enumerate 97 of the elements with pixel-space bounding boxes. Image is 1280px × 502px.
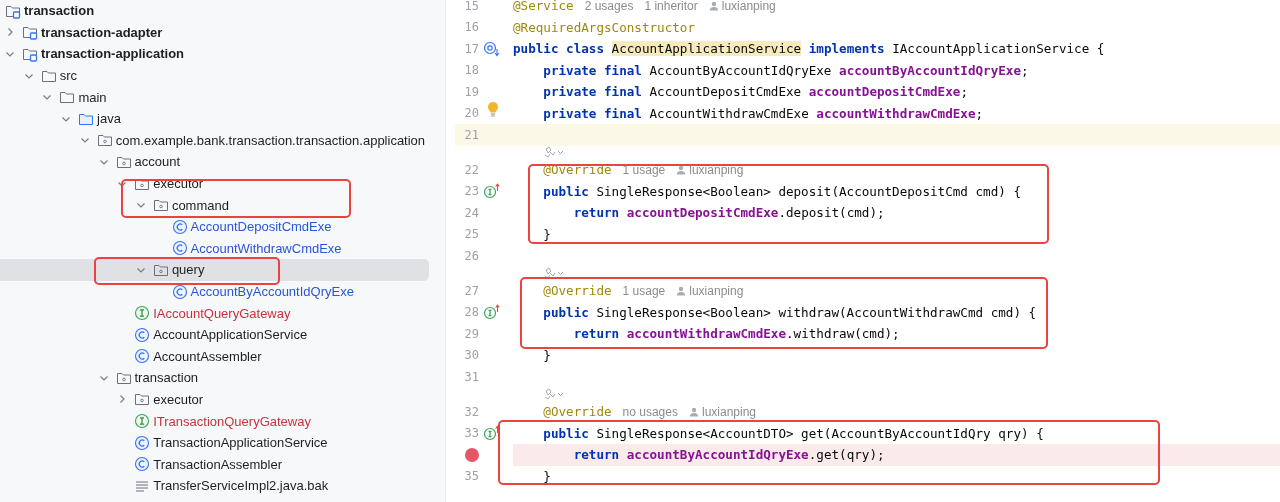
tree-item[interactable]: AccountByAccountIdQryExe bbox=[0, 280, 429, 303]
code-text: @RequiredArgsConstructor bbox=[513, 19, 695, 35]
tree-item[interactable]: ITransactionQueryGateway bbox=[0, 410, 429, 432]
class-icon bbox=[134, 456, 151, 473]
code-text: public SingleResponse<Boolean> withdraw(AccountWithdrawCmd cmd) { bbox=[542, 304, 1037, 320]
class-icon bbox=[171, 240, 188, 257]
usage-hint[interactable]: 1 usage bbox=[622, 283, 666, 298]
folder-icon bbox=[59, 89, 76, 106]
tree-item[interactable]: executor bbox=[0, 388, 429, 411]
code-text: } bbox=[542, 226, 551, 242]
line-number: 18 bbox=[463, 63, 479, 78]
tree-item[interactable]: transaction bbox=[0, 367, 429, 389]
tree-item[interactable]: transaction bbox=[0, 0, 429, 22]
chevron-right-icon[interactable] bbox=[5, 27, 15, 38]
tree-item[interactable]: AccountDepositCmdExe bbox=[0, 215, 429, 238]
class-icon bbox=[134, 434, 151, 451]
tree-item[interactable]: command bbox=[0, 194, 429, 216]
line-number: 16 bbox=[463, 20, 479, 35]
line-number: 25 bbox=[463, 227, 479, 242]
person-icon bbox=[676, 164, 687, 175]
tree-item[interactable]: TransactionAssembler bbox=[0, 453, 429, 476]
author-hint[interactable]: luxianping bbox=[689, 283, 744, 298]
person-icon bbox=[676, 285, 687, 296]
class-icon bbox=[134, 326, 151, 343]
code-text: @Override bbox=[542, 283, 612, 299]
tree-item[interactable]: account bbox=[0, 151, 429, 173]
tree-item[interactable]: src bbox=[0, 64, 429, 87]
tree-item[interactable]: AccountAssembler bbox=[0, 345, 429, 368]
implements-icon[interactable] bbox=[483, 183, 501, 200]
implemented-icon[interactable] bbox=[483, 40, 501, 57]
author-hint[interactable]: luxianping bbox=[689, 162, 744, 177]
tree-item[interactable]: executor bbox=[0, 172, 429, 195]
code-text: public SingleResponse<AccountDTO> get(AccountByAccountIdQry qry) { bbox=[542, 425, 1044, 441]
code-text: @Service bbox=[513, 0, 574, 14]
class-icon bbox=[134, 348, 151, 365]
tree-item[interactable]: transaction-adapter bbox=[0, 21, 429, 44]
usage-hint[interactable]: no usages bbox=[622, 404, 678, 419]
line-number: 17 bbox=[463, 41, 479, 56]
package-icon bbox=[96, 132, 113, 149]
line-number: 15 bbox=[463, 0, 479, 13]
implements-icon[interactable] bbox=[483, 304, 501, 321]
code-vision-icon[interactable] bbox=[544, 146, 566, 159]
tree-item[interactable]: com.example.bank.transaction.transaction.application bbox=[0, 129, 429, 152]
line-number: 31 bbox=[463, 369, 479, 384]
code-text: private final AccountWithdrawCmdExe accountWithdrawCmdExe; bbox=[542, 105, 984, 121]
line-number: 22 bbox=[463, 162, 479, 177]
code-text: @Override bbox=[542, 404, 612, 420]
line-number: 20 bbox=[463, 106, 479, 121]
code-text: return accountByAccountIdQryExe.get(qry); bbox=[572, 447, 885, 463]
person-icon bbox=[688, 406, 699, 417]
tree-item[interactable]: query bbox=[0, 259, 429, 281]
line-number: 26 bbox=[463, 248, 479, 263]
tree-item[interactable]: TransferServiceImpl2.java.bak bbox=[0, 475, 429, 497]
code-text: private final AccountDepositCmdExe accountDepositCmdExe; bbox=[542, 84, 968, 100]
line-number: 21 bbox=[463, 127, 479, 142]
line-number: 29 bbox=[463, 326, 479, 341]
tree-item[interactable]: transaction-application bbox=[0, 43, 429, 65]
class-icon bbox=[171, 283, 188, 300]
code-text: return accountWithdrawCmdExe.withdraw(cmd); bbox=[572, 326, 900, 342]
breakpoint-icon[interactable] bbox=[465, 447, 479, 462]
package-icon bbox=[152, 197, 169, 214]
line-number: 32 bbox=[463, 404, 479, 419]
code-text: return accountDepositCmdExe.deposit(cmd); bbox=[572, 205, 885, 221]
code-text: private final AccountByAccountIdQryExe accountByAccountIdQryExe; bbox=[542, 62, 1029, 78]
line-number: 27 bbox=[463, 283, 479, 298]
line-number: 19 bbox=[463, 84, 479, 99]
interface-icon bbox=[134, 305, 151, 322]
tree-item[interactable]: AccountWithdrawCmdExe bbox=[0, 237, 429, 260]
module-folder-icon bbox=[22, 24, 38, 41]
code-text: } bbox=[542, 468, 551, 484]
implements-icon[interactable] bbox=[483, 425, 501, 442]
tree-item[interactable]: TransactionApplicationService bbox=[0, 431, 429, 454]
line-number: 28 bbox=[463, 305, 479, 320]
line-number: 24 bbox=[463, 205, 479, 220]
author-hint[interactable]: luxianping bbox=[701, 404, 756, 419]
person-icon bbox=[708, 0, 719, 11]
line-number: 23 bbox=[463, 184, 479, 199]
module-folder-icon bbox=[22, 46, 38, 62]
line-number: 35 bbox=[463, 469, 479, 484]
usage-hint[interactable]: 1 inheritor bbox=[644, 0, 698, 13]
tree-item[interactable]: IAccountQueryGateway bbox=[0, 302, 429, 324]
interface-icon bbox=[134, 413, 151, 430]
tree-item[interactable]: main bbox=[0, 86, 429, 108]
code-text: public SingleResponse<Boolean> deposit(AccountDepositCmd cmd) { bbox=[542, 183, 1021, 199]
usage-hint[interactable]: 2 usages bbox=[584, 0, 634, 13]
line-number: 30 bbox=[463, 348, 479, 363]
tree-item[interactable]: java bbox=[0, 107, 429, 130]
chevron-down-icon[interactable] bbox=[5, 49, 15, 59]
code-text: } bbox=[542, 347, 551, 363]
author-hint[interactable]: luxianping bbox=[721, 0, 776, 13]
code-vision-icon[interactable] bbox=[544, 267, 566, 280]
tree-item[interactable]: AccountApplicationService bbox=[0, 323, 429, 346]
class-icon bbox=[171, 218, 188, 235]
package-icon bbox=[134, 391, 151, 408]
code-text: public class AccountApplicationService implements IAccountApplicationService { bbox=[513, 41, 1105, 57]
line-number: 33 bbox=[463, 426, 479, 441]
code-vision-icon[interactable] bbox=[544, 388, 566, 401]
